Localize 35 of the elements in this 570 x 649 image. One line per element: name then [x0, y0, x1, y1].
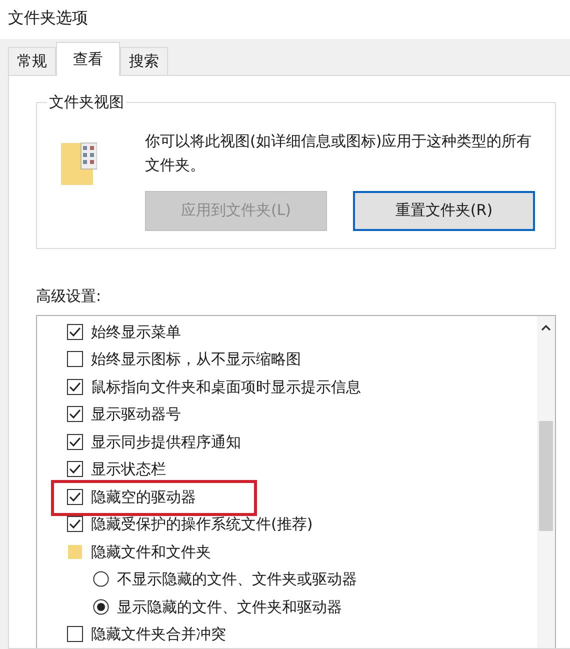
checkbox[interactable]: [67, 488, 83, 505]
setting-label: 隐藏文件夹合并冲突: [91, 624, 226, 645]
tab[interactable]: 查看: [56, 42, 120, 76]
setting-label: 不显示隐藏的文件、文件夹或驱动器: [117, 569, 357, 590]
advanced-settings-label: 高级设置:: [36, 286, 102, 306]
description-text: 你可以将此视图(如详细信息或图标)应用于这种类型的所有文件夹。: [145, 130, 533, 176]
setting-label: 隐藏受保护的操作系统文件(推荐): [91, 514, 313, 535]
setting-label: 显示驱动器号: [91, 404, 181, 425]
checkbox[interactable]: [67, 378, 83, 395]
setting-label: 显示状态栏: [91, 459, 166, 480]
setting-label: 隐藏空的驱动器: [91, 486, 196, 508]
group-title: 文件夹视图: [47, 92, 126, 112]
checkbox[interactable]: [67, 351, 83, 368]
checkbox[interactable]: [67, 434, 83, 450]
window-title: 文件夹选项: [8, 7, 88, 29]
setting-label: 显示同步提供程序通知: [91, 432, 241, 452]
checkbox[interactable]: [67, 324, 83, 340]
setting-label: 隐藏文件和文件夹: [91, 542, 211, 562]
tab[interactable]: 常规: [8, 46, 56, 74]
folder-view-button[interactable]: 重置文件夹(R): [353, 190, 535, 230]
tab[interactable]: 搜索: [120, 46, 168, 74]
setting-label: 鼠标指向文件夹和桌面项时显示提示信息: [91, 376, 361, 398]
checkbox[interactable]: [67, 516, 83, 532]
radio-button[interactable]: [93, 598, 109, 615]
radio-button[interactable]: [93, 571, 109, 588]
scrollbar[interactable]: [537, 316, 555, 648]
checkbox[interactable]: [67, 626, 83, 642]
setting-label: 始终显示菜单: [91, 322, 181, 342]
checkbox[interactable]: [67, 461, 83, 478]
setting-label: 显示隐藏的文件、文件夹和驱动器: [117, 596, 342, 618]
scrollbar-thumb[interactable]: [539, 421, 553, 531]
folder-icon: [67, 544, 83, 560]
setting-label: 始终显示图标，从不显示缩略图: [91, 349, 301, 370]
checkbox[interactable]: [67, 406, 83, 422]
scroll-up-icon[interactable]: [541, 324, 551, 331]
